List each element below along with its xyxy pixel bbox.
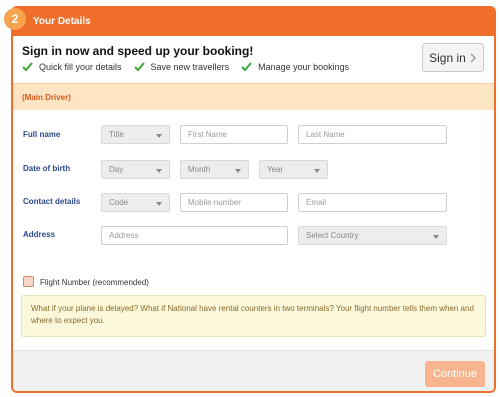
flight-info-box: What if your plane is delayed? What if N… [21, 295, 486, 337]
signin-panel: Sign in now and speed up your booking! Q… [13, 36, 494, 83]
perk-label: Quick fill your details [39, 62, 122, 72]
caret-down-icon [156, 202, 162, 206]
signin-button[interactable]: Sign in [422, 43, 484, 72]
perk-item: Manage your bookings [241, 62, 349, 72]
flight-info-text: What if your plane is delayed? What if N… [31, 304, 474, 325]
month-select[interactable]: Month [180, 160, 249, 179]
day-select[interactable]: Day [101, 160, 170, 179]
your-details-card: Your Details Sign in now and speed up yo… [11, 6, 496, 393]
perk-item: Quick fill your details [22, 62, 122, 72]
caret-down-icon [433, 235, 439, 239]
mobile-number-input[interactable] [180, 193, 288, 212]
caret-down-icon [156, 134, 162, 138]
caret-down-icon [314, 169, 320, 173]
section-header: Your Details [13, 8, 494, 36]
month-select-value: Month [188, 165, 211, 174]
full-name-label: Full name [23, 130, 61, 139]
title-select-value: Title [109, 130, 124, 139]
code-select-value: Code [109, 198, 129, 207]
caret-down-icon [156, 169, 162, 173]
perk-label: Manage your bookings [258, 62, 350, 72]
flight-number-checkbox[interactable] [23, 276, 34, 287]
code-select[interactable]: Code [101, 193, 170, 212]
last-name-input[interactable] [298, 125, 447, 144]
chevron-right-icon [470, 53, 476, 62]
perk-label: Save new travellers [150, 62, 230, 72]
check-icon [22, 62, 33, 72]
main-driver-band: (Main Driver) [13, 83, 494, 110]
year-select-value: Year [267, 165, 284, 174]
signin-button-label: Sign in [429, 50, 466, 65]
perk-item: Save new travellers [133, 62, 230, 72]
caret-down-icon [235, 169, 241, 173]
section-title: Your Details [33, 16, 91, 27]
day-select-value: Day [109, 165, 124, 174]
title-select[interactable]: Title [101, 125, 170, 144]
check-icon [241, 62, 252, 72]
first-name-input[interactable] [180, 125, 288, 144]
card-footer: Continue [13, 350, 494, 391]
year-select[interactable]: Year [259, 160, 328, 179]
country-select[interactable]: Select Country [298, 226, 447, 245]
check-icon [133, 62, 145, 72]
signin-perks: Quick fill your details Save new travell… [22, 62, 361, 72]
address-input[interactable] [101, 226, 288, 245]
country-select-value: Select Country [306, 231, 359, 240]
main-driver-label: (Main Driver) [22, 93, 71, 102]
flight-number-label[interactable]: Flight Number (recommended) [40, 278, 149, 287]
continue-button[interactable]: Continue [425, 361, 485, 387]
address-label: Address [23, 230, 56, 239]
step-number-badge: 2 [4, 8, 26, 30]
email-input[interactable] [298, 193, 447, 212]
signin-heading: Sign in now and speed up your booking! [22, 44, 254, 58]
date-of-birth-label: Date of birth [23, 164, 71, 173]
contact-details-label: Contact details [23, 197, 81, 206]
